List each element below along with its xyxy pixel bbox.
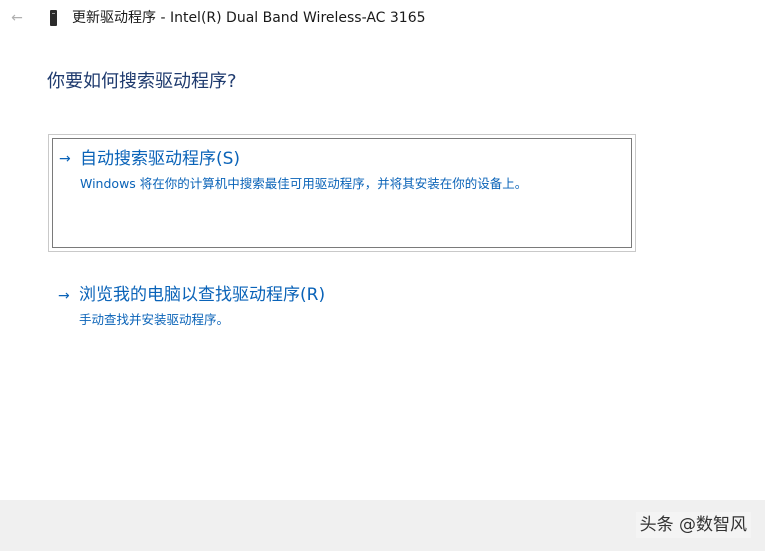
window-title: 更新驱动程序 - Intel(R) Dual Band Wireless-AC … [72, 10, 426, 26]
arrow-right-icon: → [59, 151, 71, 167]
browse-computer-title: 浏览我的电脑以查找驱动程序(R) [79, 285, 326, 305]
auto-search-title: 自动搜索驱动程序(S) [80, 149, 241, 169]
device-icon [50, 10, 57, 26]
browse-computer-option[interactable]: → 浏览我的电脑以查找驱动程序(R) 手动查找并安装驱动程序。 [48, 281, 636, 333]
back-arrow-icon[interactable]: ← [8, 9, 26, 27]
auto-search-description: Windows 将在你的计算机中搜索最佳可用驱动程序，并将其安装在你的设备上。 [80, 176, 528, 191]
browse-computer-description: 手动查找并安装驱动程序。 [79, 312, 230, 327]
arrow-right-icon: → [58, 288, 70, 304]
page-heading: 你要如何搜索驱动程序? [47, 71, 237, 92]
watermark-text: 头条 @数智风 [635, 512, 751, 538]
auto-search-option[interactable]: → 自动搜索驱动程序(S) Windows 将在你的计算机中搜索最佳可用驱动程序… [48, 134, 636, 252]
title-bar: ← 更新驱动程序 - Intel(R) Dual Band Wireless-A… [0, 0, 765, 38]
